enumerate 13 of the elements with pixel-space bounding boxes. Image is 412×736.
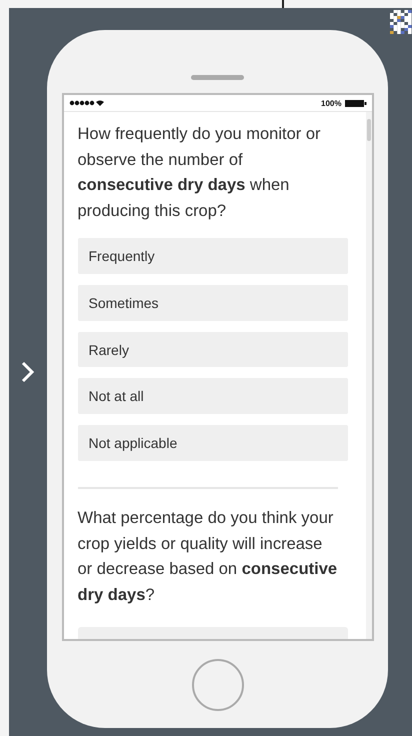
answer-option[interactable]: Not at all [78,378,348,414]
signal-icon [68,99,104,107]
question-text: How frequently do you monitor or observe the number of consecutive dry days when producing this crop? [78,124,322,222]
answer-option[interactable]: Frequently [78,238,348,274]
qr-code-icon[interactable] [390,10,412,34]
battery-percent: 100% [321,98,342,108]
answer-option[interactable]: Rarely [78,332,348,368]
speaker-slot [191,75,244,80]
answer-option[interactable]: Sometimes [78,284,348,321]
question-text: What percentage do you think your crop yields or quality will increase or decrease based on consecutive dry days? [78,508,338,606]
answer-option[interactable]: Not applicable [78,425,348,462]
chevron-right-icon[interactable] [21,361,35,383]
battery-icon [344,100,366,106]
